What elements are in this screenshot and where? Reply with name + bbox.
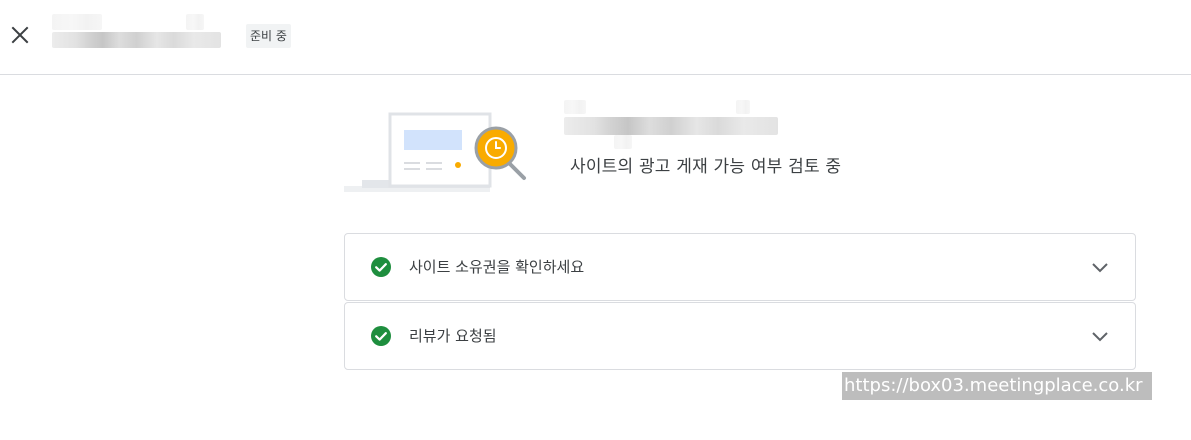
close-button[interactable] [6,21,34,49]
step-label: 리뷰가 요청됨 [409,327,497,345]
site-review-magnifier-clock-icon [344,112,526,192]
step-review-requested[interactable]: 리뷰가 요청됨 [344,302,1136,370]
redacted-review-title-top [564,100,586,114]
redacted-review-title-bottom [614,135,632,149]
close-icon [11,26,29,44]
check-circle-icon [371,326,391,346]
review-status-text: 사이트의 광고 게재 가능 여부 검토 중 [570,157,842,177]
redacted-site-name-top [52,14,102,30]
watermark-url: https://box03.meetingplace.co.kr [842,372,1152,400]
chevron-down-icon[interactable] [1089,256,1111,278]
redacted-site-name-top-dot [186,14,204,30]
redacted-review-title [564,117,778,135]
top-bar: 준비 중 [0,0,1191,75]
redacted-review-title-top-2 [736,100,750,114]
step-label: 사이트 소유권을 확인하세요 [409,258,585,276]
status-badge: 준비 중 [246,24,291,48]
redacted-site-name [52,32,221,48]
step-verify-ownership[interactable]: 사이트 소유권을 확인하세요 [344,233,1136,301]
check-circle-icon [371,257,391,277]
chevron-down-icon[interactable] [1089,325,1111,347]
